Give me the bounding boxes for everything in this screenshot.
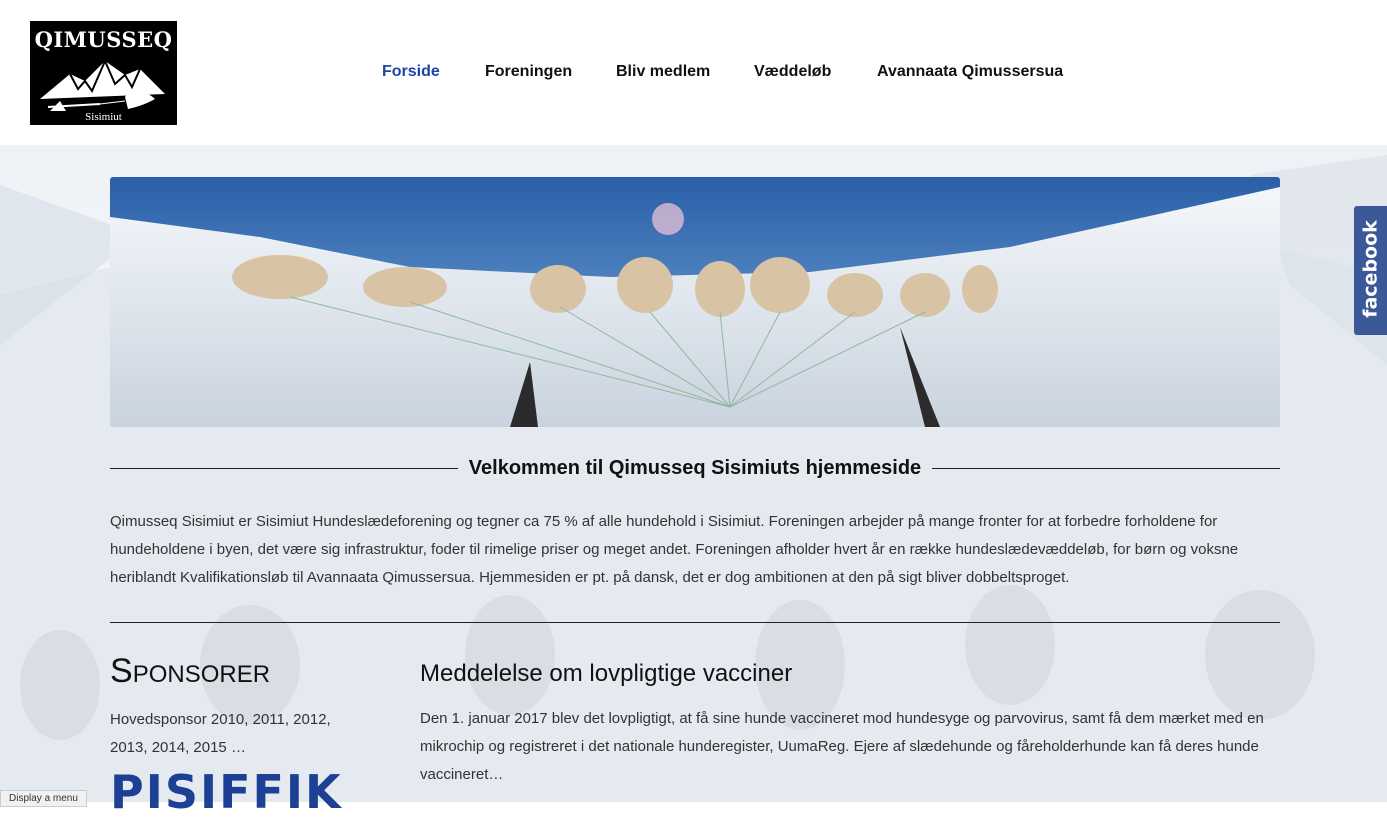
section-divider <box>110 622 1280 623</box>
welcome-heading: Velkommen til Qimusseq Sisimiuts hjemmes… <box>468 457 922 479</box>
article-title[interactable]: Meddelelse om lovpligtige vacciner <box>420 660 792 688</box>
welcome-heading-row: Velkommen til Qimusseq Sisimiuts hjemmes… <box>110 454 1280 482</box>
sponsors-text: Hovedsponsor 2010, 2011, 2012, 2013, 201… <box>110 711 331 756</box>
hero-image <box>110 177 1280 427</box>
sponsors-heading-rest: PONSORER <box>132 661 271 688</box>
nav-forside[interactable]: Forside <box>382 63 440 81</box>
nav-foreningen[interactable]: Foreningen <box>485 63 572 81</box>
nav-bliv-medlem[interactable]: Bliv medlem <box>616 63 710 81</box>
nav-vaeddelob[interactable]: Væddeløb <box>754 63 831 81</box>
welcome-text: Qimusseq Sisimiut er Sisimiut Hundeslæde… <box>110 513 1239 586</box>
sponsors-heading: SPONSORER <box>110 652 270 691</box>
facebook-tab[interactable]: facebook <box>1354 206 1387 335</box>
logo-subtitle: Sisimiut <box>85 111 122 123</box>
article-excerpt: Den 1. januar 2017 blev det lovpligtigt,… <box>420 710 1264 783</box>
facebook-label: facebook <box>1359 220 1382 318</box>
pisiffik-logo[interactable]: PISIFFIK <box>110 769 343 815</box>
sponsors-heading-initial: S <box>110 652 133 690</box>
nav-avannaata-qimussersua[interactable]: Avannaata Qimussersua <box>877 63 1063 81</box>
site-header: QIMUSSEQ Sisimiut Forside Foreningen Bli… <box>0 0 1387 145</box>
display-menu-button[interactable]: Display a menu <box>0 790 87 807</box>
main-nav: Forside Foreningen Bliv medlem Væddeløb … <box>0 63 1387 85</box>
